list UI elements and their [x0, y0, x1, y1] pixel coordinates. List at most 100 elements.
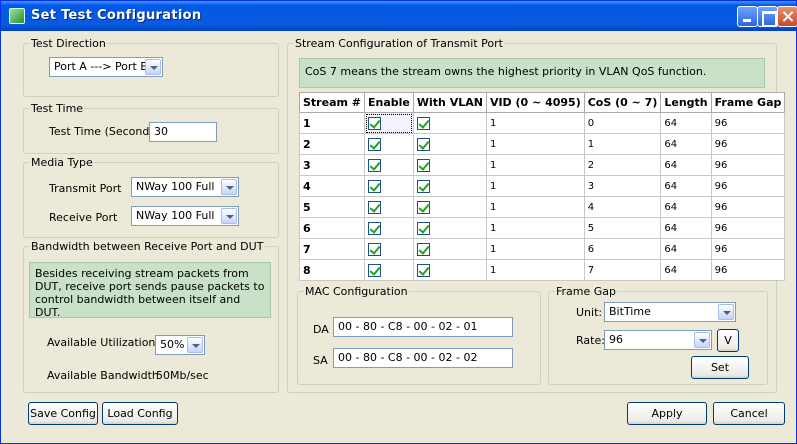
checkbox-checked-icon[interactable]: [416, 137, 430, 151]
enable-checkbox[interactable]: [364, 217, 414, 239]
vlan-checkbox[interactable]: [412, 238, 487, 260]
checkbox-checked-icon[interactable]: [416, 158, 430, 172]
vid-cell[interactable]: 1: [485, 238, 585, 260]
chevron-down-icon[interactable]: [187, 337, 203, 353]
enable-checkbox[interactable]: [364, 112, 414, 134]
checkbox-checked-icon[interactable]: [368, 116, 381, 130]
receive-port-value: NWay 100 Full: [136, 209, 215, 222]
transmit-port-select[interactable]: NWay 100 Full: [131, 177, 239, 197]
checkbox-checked-icon[interactable]: [368, 179, 381, 193]
vlan-checkbox[interactable]: [412, 259, 487, 281]
vid-cell[interactable]: 1: [485, 133, 585, 155]
load-config-button[interactable]: Load Config: [102, 402, 178, 425]
chevron-down-icon[interactable]: [221, 208, 237, 224]
unit-select[interactable]: BitTime: [604, 302, 736, 322]
checkbox-checked-icon[interactable]: [416, 179, 430, 193]
v-button[interactable]: V: [717, 329, 739, 352]
enable-checkbox[interactable]: [364, 133, 414, 155]
sa-input[interactable]: 00 - 80 - C8 - 00 - 02 - 02: [333, 348, 513, 368]
cos-cell[interactable]: 3: [583, 175, 662, 197]
chevron-down-icon[interactable]: [694, 332, 710, 348]
stream-number-cell: 4: [299, 175, 365, 197]
length-cell[interactable]: 64: [660, 238, 712, 260]
close-button[interactable]: [777, 6, 797, 27]
receive-port-select[interactable]: NWay 100 Full: [131, 206, 239, 226]
length-cell[interactable]: 64: [660, 259, 712, 281]
bandwidth-note: Besides receiving stream packets from DU…: [29, 262, 271, 319]
frame-gap-cell[interactable]: 96: [710, 259, 786, 281]
cos-cell[interactable]: 1: [583, 133, 662, 155]
save-config-button[interactable]: Save Config: [28, 402, 98, 425]
length-cell[interactable]: 64: [660, 175, 712, 197]
test-direction-select[interactable]: Port A ---> Port B: [49, 57, 163, 77]
vid-cell[interactable]: 1: [485, 154, 585, 176]
stream-config-legend: Stream Configuration of Transmit Port: [295, 37, 503, 50]
checkbox-checked-icon[interactable]: [368, 242, 381, 256]
col-header-cos: CoS (0 ~ 7): [583, 92, 662, 113]
enable-checkbox[interactable]: [364, 175, 414, 197]
cos-cell[interactable]: 2: [583, 154, 662, 176]
vid-cell[interactable]: 1: [485, 259, 585, 281]
length-cell[interactable]: 64: [660, 196, 712, 218]
frame-gap-cell[interactable]: 96: [710, 112, 786, 134]
checkbox-checked-icon[interactable]: [416, 221, 430, 235]
length-cell[interactable]: 64: [660, 217, 712, 239]
checkbox-checked-icon[interactable]: [416, 116, 430, 130]
da-input[interactable]: 00 - 80 - C8 - 00 - 02 - 01: [333, 317, 513, 337]
enable-checkbox[interactable]: [364, 196, 414, 218]
checkbox-checked-icon[interactable]: [368, 221, 381, 235]
vid-cell[interactable]: 1: [485, 175, 585, 197]
vid-cell[interactable]: 1: [485, 112, 585, 134]
checkbox-checked-icon[interactable]: [368, 263, 381, 277]
cos-cell[interactable]: 6: [583, 238, 662, 260]
vlan-checkbox[interactable]: [412, 217, 487, 239]
vlan-checkbox[interactable]: [412, 154, 487, 176]
frame-gap-cell[interactable]: 96: [710, 154, 786, 176]
vid-cell[interactable]: 1: [485, 217, 585, 239]
vlan-checkbox[interactable]: [412, 133, 487, 155]
length-cell[interactable]: 64: [660, 133, 712, 155]
maximize-button[interactable]: [757, 6, 778, 27]
frame-gap-cell[interactable]: 96: [710, 238, 786, 260]
checkbox-checked-icon[interactable]: [368, 137, 381, 151]
stream-number-cell: 5: [299, 196, 365, 218]
frame-gap-cell[interactable]: 96: [710, 133, 786, 155]
stream-number-cell: 6: [299, 217, 365, 239]
rate-select[interactable]: 96: [604, 330, 712, 350]
enable-checkbox[interactable]: [364, 238, 414, 260]
table-row: 5 1 4 64 96: [299, 196, 786, 218]
cos-cell[interactable]: 0: [583, 112, 662, 134]
stream-number-cell: 8: [299, 259, 365, 281]
cos-cell[interactable]: 7: [583, 259, 662, 281]
set-button[interactable]: Set: [691, 356, 749, 379]
unit-value: BitTime: [609, 305, 651, 318]
vlan-checkbox[interactable]: [412, 175, 487, 197]
checkbox-checked-icon[interactable]: [368, 158, 381, 172]
vlan-checkbox[interactable]: [412, 196, 487, 218]
test-time-input[interactable]: 30: [149, 122, 217, 142]
vlan-checkbox[interactable]: [412, 112, 487, 134]
frame-gap-cell[interactable]: 96: [710, 217, 786, 239]
cos-cell[interactable]: 5: [583, 217, 662, 239]
enable-checkbox[interactable]: [364, 154, 414, 176]
apply-button[interactable]: Apply: [627, 402, 707, 425]
chevron-down-icon[interactable]: [718, 304, 734, 320]
minimize-button[interactable]: [737, 6, 758, 27]
title-bar[interactable]: Set Test Configuration: [1, 1, 797, 31]
checkbox-checked-icon[interactable]: [368, 200, 381, 214]
checkbox-checked-icon[interactable]: [416, 242, 430, 256]
enable-checkbox[interactable]: [364, 259, 414, 281]
frame-gap-cell[interactable]: 96: [710, 196, 786, 218]
vid-cell[interactable]: 1: [485, 196, 585, 218]
cos-cell[interactable]: 4: [583, 196, 662, 218]
table-row: 1 1 0 64 96: [299, 112, 786, 134]
chevron-down-icon[interactable]: [145, 59, 161, 75]
checkbox-checked-icon[interactable]: [416, 263, 430, 277]
frame-gap-cell[interactable]: 96: [710, 175, 786, 197]
checkbox-checked-icon[interactable]: [416, 200, 430, 214]
length-cell[interactable]: 64: [660, 112, 712, 134]
available-utilization-select[interactable]: 50%: [155, 335, 205, 355]
length-cell[interactable]: 64: [660, 154, 712, 176]
chevron-down-icon[interactable]: [221, 179, 237, 195]
cancel-button[interactable]: Cancel: [713, 402, 785, 425]
